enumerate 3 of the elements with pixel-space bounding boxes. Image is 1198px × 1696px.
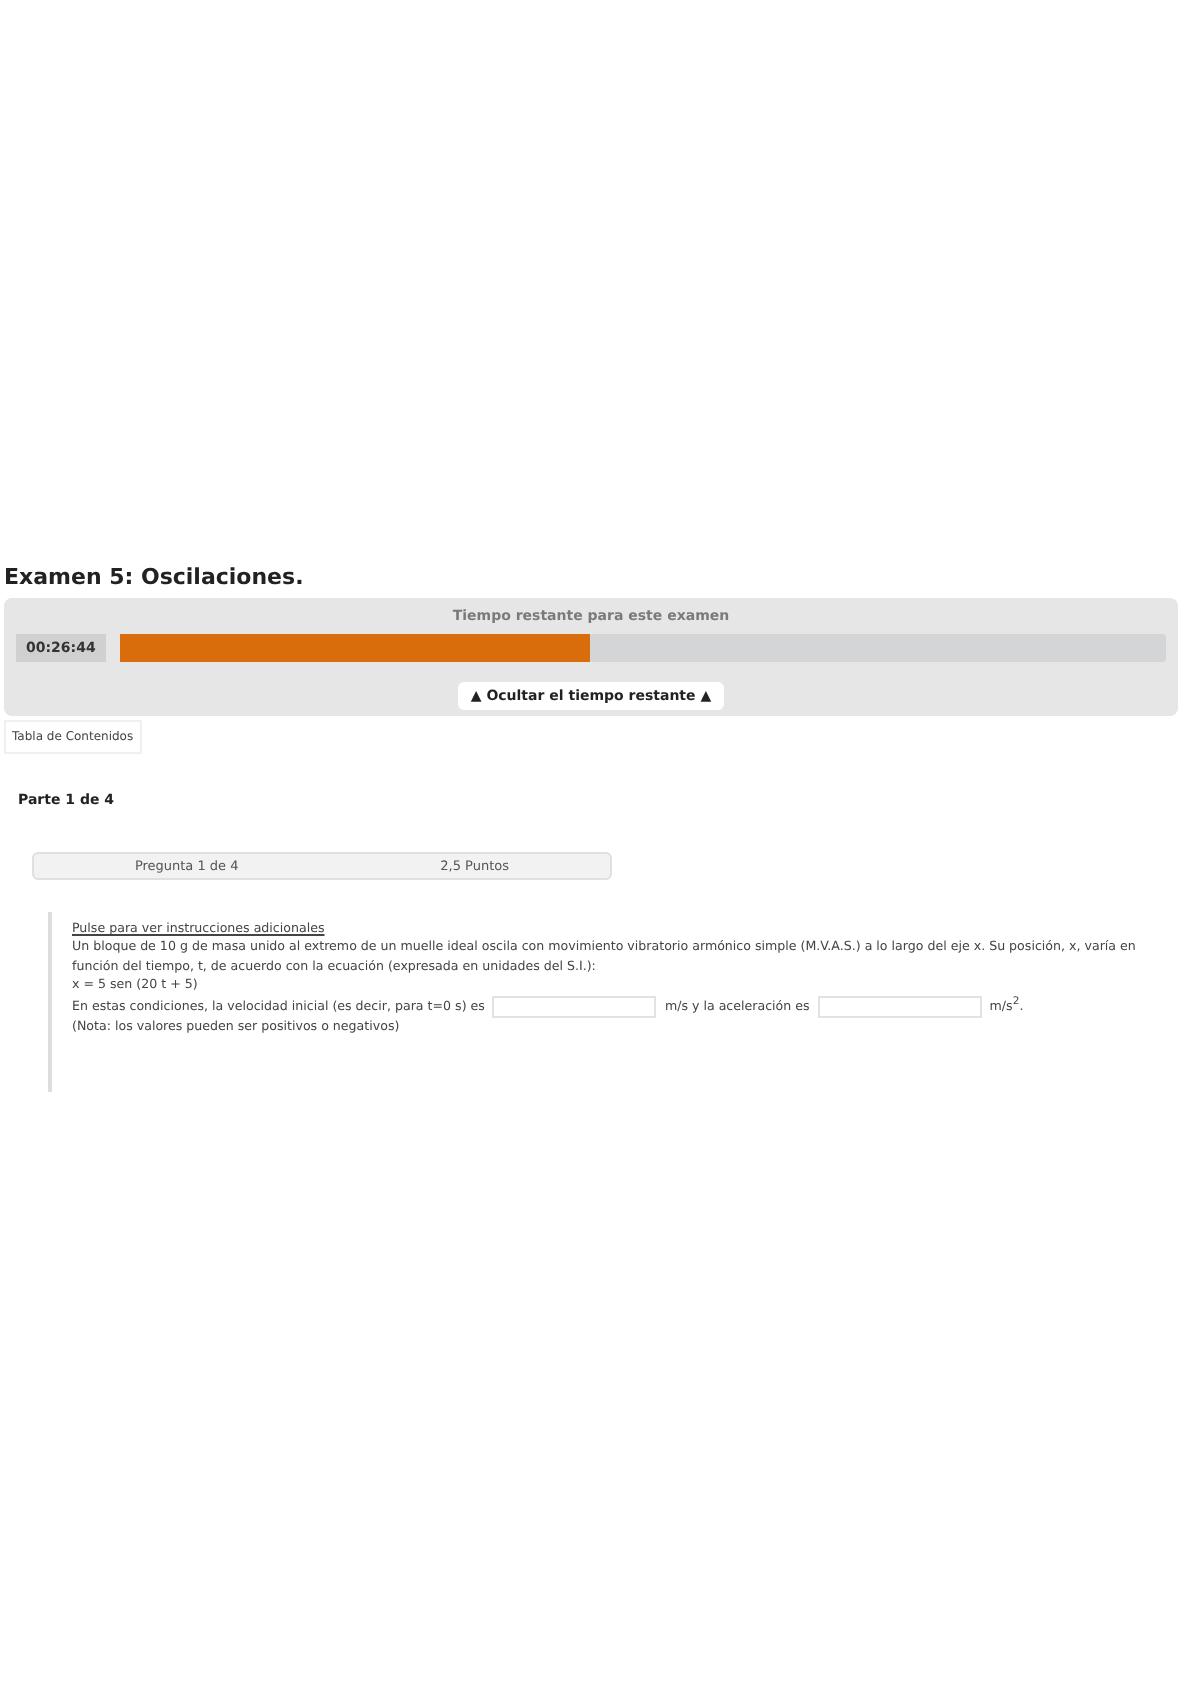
answer-field[interactable]	[492, 995, 657, 1018]
exam-title: Examen 5: Oscilaciones.	[4, 564, 306, 590]
answer-field[interactable]	[817, 995, 982, 1018]
